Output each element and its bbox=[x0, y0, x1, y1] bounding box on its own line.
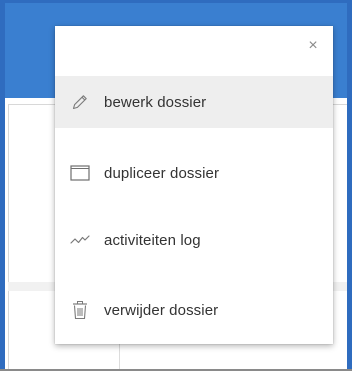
menu-item-duplicate-dossier[interactable]: dupliceer dossier bbox=[55, 147, 333, 199]
pencil-icon bbox=[70, 92, 90, 112]
menu-item-label: dupliceer dossier bbox=[104, 164, 220, 182]
window-frame-right bbox=[347, 0, 352, 371]
screen: × bewerk dossier dupliceer dossier activ… bbox=[0, 0, 352, 371]
menu-item-delete-dossier[interactable]: verwijder dossier bbox=[55, 284, 333, 336]
window-frame-top bbox=[0, 0, 352, 3]
close-icon: × bbox=[308, 37, 318, 54]
window-frame-left bbox=[0, 0, 5, 371]
trash-icon bbox=[70, 300, 90, 320]
dossier-context-menu: × bewerk dossier dupliceer dossier activ… bbox=[55, 26, 333, 344]
menu-item-label: bewerk dossier bbox=[104, 93, 207, 111]
menu-item-activity-log[interactable]: activiteiten log bbox=[55, 214, 333, 266]
menu-item-label: activiteiten log bbox=[104, 231, 201, 249]
activity-line-icon bbox=[70, 230, 90, 250]
close-button[interactable]: × bbox=[303, 36, 323, 56]
menu-item-label: verwijder dossier bbox=[104, 301, 219, 319]
menu-item-edit-dossier[interactable]: bewerk dossier bbox=[55, 76, 333, 128]
window-icon bbox=[70, 163, 90, 183]
